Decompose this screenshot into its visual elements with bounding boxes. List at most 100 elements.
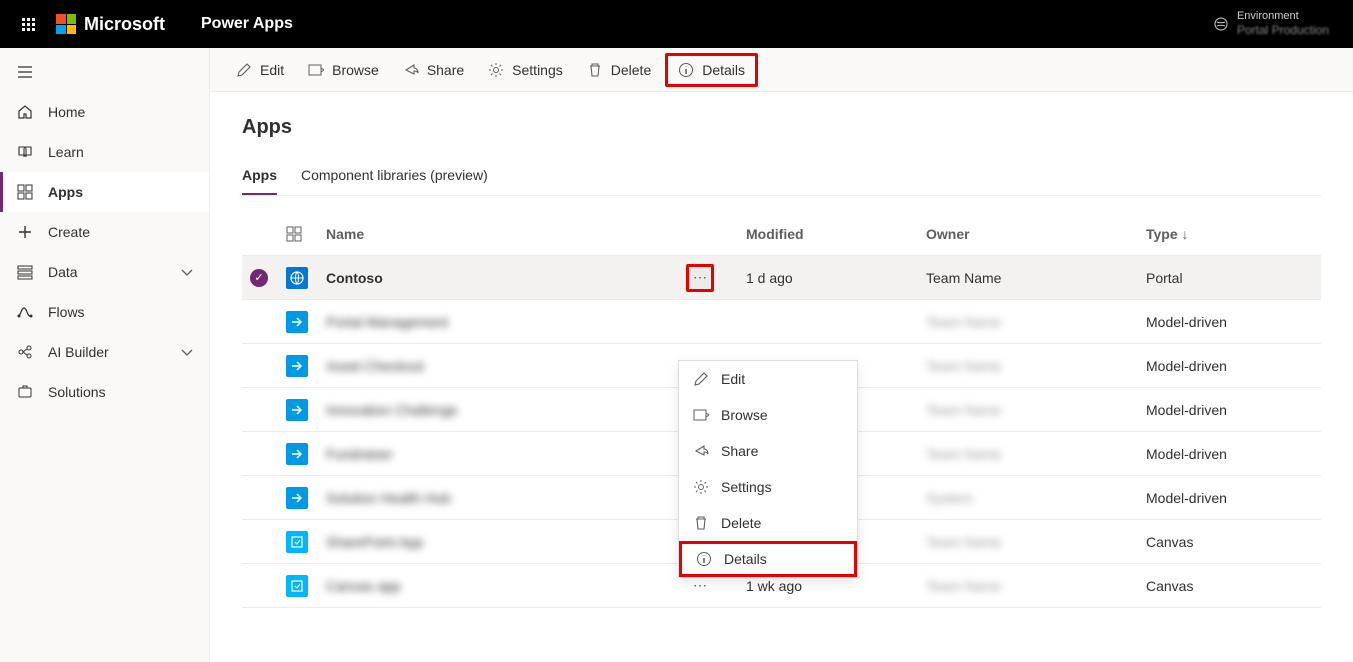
app-type-icon	[286, 531, 308, 553]
details-icon	[696, 551, 712, 567]
app-name: Solution Health Hub	[326, 490, 686, 506]
share-icon	[693, 443, 709, 459]
edit-icon	[693, 371, 709, 387]
table-row[interactable]: ✓ Contoso ⋯ 1 d ago Team Name Portal	[242, 256, 1321, 300]
flows-icon	[16, 303, 34, 321]
app-type-icon	[286, 399, 308, 421]
delete-button[interactable]: Delete	[577, 56, 661, 84]
sidebar-item-create[interactable]: Create	[0, 212, 209, 252]
selected-check-icon: ✓	[250, 269, 268, 287]
edit-icon	[236, 62, 252, 78]
cmd-label: Details	[702, 62, 745, 78]
app-name: Innovation Challenge	[326, 402, 686, 418]
col-owner[interactable]: Owner	[926, 226, 1146, 242]
type-value: Model-driven	[1146, 490, 1313, 506]
type-value: Model-driven	[1146, 314, 1313, 330]
share-icon	[403, 62, 419, 78]
col-name[interactable]: Name	[326, 226, 686, 242]
context-menu: Edit Browse Share Settings Delete Detail…	[678, 360, 858, 578]
sidebar-item-label: Solutions	[48, 384, 106, 400]
environment-name: Portal Production	[1237, 23, 1329, 37]
hamburger-button[interactable]	[0, 52, 209, 92]
microsoft-squares-icon	[56, 14, 76, 34]
sidebar-item-label: Home	[48, 104, 85, 120]
command-bar: Edit Browse Share Settings Delete Detail…	[210, 48, 1353, 92]
sidebar-item-learn[interactable]: Learn	[0, 132, 209, 172]
tabs: Apps Component libraries (preview)	[242, 159, 1321, 196]
environment-label: Environment	[1237, 10, 1329, 23]
col-modified[interactable]: Modified	[746, 226, 926, 242]
details-button[interactable]: Details	[665, 53, 758, 87]
owner-value: Team Name	[926, 270, 1146, 286]
app-name: Portal Management	[326, 314, 686, 330]
ctx-label: Browse	[721, 407, 768, 423]
app-type-icon	[286, 311, 308, 333]
share-button[interactable]: Share	[393, 56, 474, 84]
ctx-label: Details	[724, 551, 767, 567]
tab-component[interactable]: Component libraries (preview)	[301, 159, 488, 195]
app-type-icon	[286, 355, 308, 377]
delete-icon	[693, 515, 709, 531]
ai-icon	[16, 343, 34, 361]
type-value: Model-driven	[1146, 446, 1313, 462]
home-icon	[16, 103, 34, 121]
brand-text: Microsoft	[84, 14, 165, 35]
owner-value: Team Name	[926, 446, 1146, 462]
ctx-label: Delete	[721, 515, 761, 531]
product-name: Power Apps	[201, 15, 293, 33]
type-value: Model-driven	[1146, 358, 1313, 374]
col-type[interactable]: Type ↓	[1146, 226, 1313, 242]
owner-value: Team Name	[926, 358, 1146, 374]
tab-apps[interactable]: Apps	[242, 159, 277, 195]
ctx-share[interactable]: Share	[679, 433, 857, 469]
type-value: Portal	[1146, 270, 1313, 286]
cmd-label: Share	[427, 62, 464, 78]
app-type-icon	[286, 487, 308, 509]
data-icon	[16, 263, 34, 281]
sidebar-item-label: Learn	[48, 144, 84, 160]
details-icon	[678, 62, 694, 78]
cmd-label: Delete	[611, 62, 651, 78]
col-icon-header	[286, 226, 326, 242]
ctx-settings[interactable]: Settings	[679, 469, 857, 505]
plus-icon	[16, 223, 34, 241]
ctx-edit[interactable]: Edit	[679, 361, 857, 397]
sidebar-item-home[interactable]: Home	[0, 92, 209, 132]
cmd-label: Browse	[332, 62, 379, 78]
cmd-label: Settings	[512, 62, 563, 78]
app-type-icon	[286, 267, 308, 289]
microsoft-logo[interactable]: Microsoft	[56, 14, 165, 35]
solutions-icon	[16, 383, 34, 401]
ctx-browse[interactable]: Browse	[679, 397, 857, 433]
app-name: Canvas app	[326, 578, 686, 594]
owner-value: Team Name	[926, 314, 1146, 330]
more-actions-button[interactable]: ⋯	[686, 264, 714, 292]
sidebar: Home Learn Apps Create Data Flows AI Bui…	[0, 48, 210, 662]
type-value: Model-driven	[1146, 402, 1313, 418]
sidebar-item-solutions[interactable]: Solutions	[0, 372, 209, 412]
browse-button[interactable]: Browse	[298, 56, 389, 84]
sidebar-item-label: Flows	[48, 304, 85, 320]
sidebar-item-apps[interactable]: Apps	[0, 172, 209, 212]
browse-icon	[693, 407, 709, 423]
table-row[interactable]: Portal Management Team Name Model-driven	[242, 300, 1321, 344]
sidebar-item-label: Create	[48, 224, 90, 240]
ctx-details[interactable]: Details	[679, 541, 857, 577]
waffle-icon[interactable]	[8, 18, 48, 31]
ctx-delete[interactable]: Delete	[679, 505, 857, 541]
ctx-label: Share	[721, 443, 758, 459]
sidebar-item-ai-builder[interactable]: AI Builder	[0, 332, 209, 372]
sidebar-item-label: Data	[48, 264, 78, 280]
edit-button[interactable]: Edit	[226, 56, 294, 84]
chevron-down-icon	[179, 265, 193, 279]
browse-icon	[308, 62, 324, 78]
environment-picker[interactable]: Environment Portal Production	[1213, 10, 1345, 38]
sidebar-item-data[interactable]: Data	[0, 252, 209, 292]
sidebar-item-flows[interactable]: Flows	[0, 292, 209, 332]
owner-value: Team Name	[926, 402, 1146, 418]
app-name: Asset Checkout	[326, 358, 686, 374]
hamburger-icon	[16, 63, 34, 81]
type-value: Canvas	[1146, 578, 1313, 594]
settings-button[interactable]: Settings	[478, 56, 573, 84]
modified-value: 1 d ago	[746, 270, 926, 286]
